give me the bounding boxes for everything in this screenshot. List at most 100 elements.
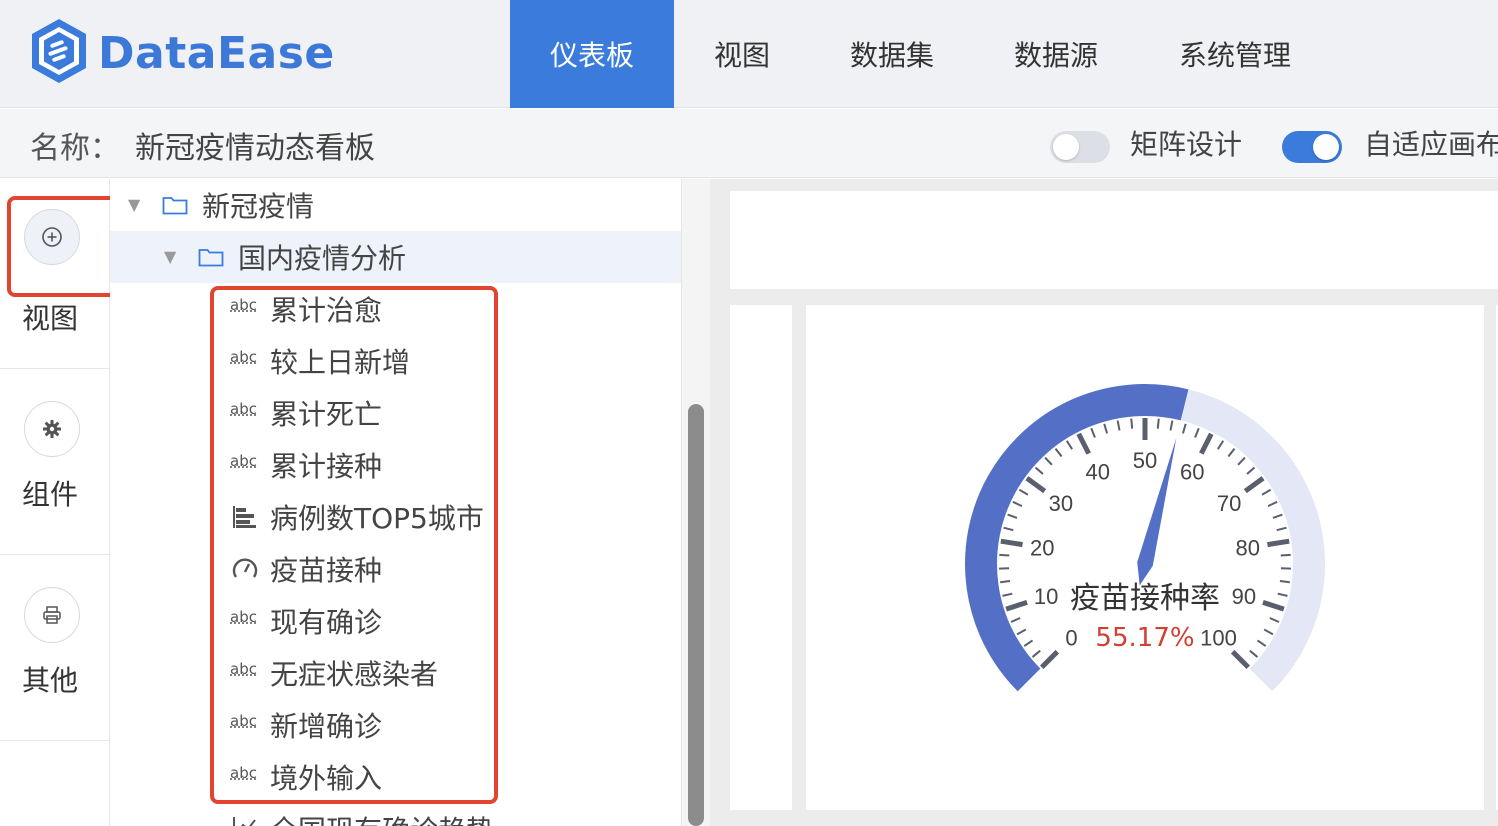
- caret-down-icon[interactable]: ▼: [164, 247, 176, 266]
- gauge-minor-tick: [1276, 526, 1287, 532]
- gauge-minor-tick: [1065, 440, 1073, 450]
- gauge-tick-label: 30: [1049, 491, 1073, 516]
- gauge-minor-tick: [1002, 592, 1013, 597]
- gauge-minor-tick: [1249, 649, 1259, 658]
- rail-label-other: 其他: [21, 664, 78, 697]
- gauge-minor-tick: [1054, 448, 1063, 458]
- gauge-minor-tick: [1012, 500, 1023, 507]
- highlight-box-views: [7, 196, 118, 297]
- gauge-minor-tick: [1227, 448, 1236, 458]
- gauge-minor-tick: [1267, 500, 1278, 507]
- nav-views-label: 视图: [713, 39, 770, 72]
- gauge-minor-tick: [1279, 580, 1290, 584]
- caret-down-icon[interactable]: ▼: [128, 195, 140, 214]
- gauge-minor-tick: [1272, 513, 1283, 519]
- gauge-minor-tick: [1007, 513, 1018, 519]
- gauge-minor-tick: [1237, 456, 1246, 466]
- gear-icon[interactable]: [24, 401, 80, 457]
- gauge-tick-label: 60: [1180, 459, 1204, 484]
- tree-item[interactable]: 全国现有确诊趋势: [110, 803, 681, 826]
- gauge-card[interactable]: 0 10 20 30 40 50 60 70 80 90 100 疫苗接种率 55.17%: [806, 305, 1484, 810]
- tree-folder-root[interactable]: ▼ 新冠疫情: [110, 179, 681, 231]
- gauge-major-tick: [1243, 476, 1265, 494]
- gauge-minor-tick: [999, 553, 1010, 557]
- printer-icon[interactable]: [24, 587, 80, 643]
- gauge-minor-tick: [1000, 580, 1011, 584]
- gauge-tick-label: 80: [1235, 536, 1259, 561]
- gauge-major-tick: [1076, 432, 1091, 455]
- nav-views[interactable]: 视图: [690, 0, 794, 108]
- gauge-minor-tick: [1031, 649, 1041, 658]
- gauge-major-tick: [1025, 476, 1047, 494]
- toggle-knob: [1053, 134, 1079, 160]
- gauge-minor-tick: [1156, 418, 1160, 429]
- canvas-component[interactable]: [730, 305, 792, 810]
- highlight-box-tree-items: [210, 286, 498, 804]
- nav-dashboard[interactable]: 仪表板: [510, 0, 674, 108]
- gauge-tick-label: 50: [1133, 448, 1157, 473]
- gauge-minor-tick: [1016, 628, 1027, 636]
- gauge-major-tick: [1000, 538, 1023, 548]
- gauge-minor-tick: [1256, 639, 1267, 647]
- tree-folder-label: 新冠疫情: [202, 190, 315, 223]
- nav-system-admin-label: 系统管理: [1178, 39, 1291, 72]
- canvas-component[interactable]: [730, 191, 1498, 289]
- gauge-major-tick: [1199, 432, 1214, 455]
- toggle-knob: [1313, 134, 1339, 160]
- gauge-minor-tick: [1044, 456, 1053, 466]
- folder-icon: [198, 249, 224, 267]
- dashboard-title-bar: 名称： 新冠疫情动态看板 矩阵设计 自适应画布: [0, 109, 1498, 178]
- gauge-major-tick: [1005, 599, 1028, 612]
- gauge-tick-label: 70: [1217, 491, 1241, 516]
- gauge-minor-tick: [1130, 418, 1134, 429]
- gauge-minor-tick: [1003, 526, 1014, 532]
- dashboard-canvas[interactable]: 0 10 20 30 40 50 60 70 80 90 100 疫苗接种率 55.17%: [710, 179, 1498, 826]
- gauge-minor-tick: [1269, 617, 1280, 623]
- gauge-tick-label: 20: [1030, 536, 1054, 561]
- nav-datasets[interactable]: 数据集: [828, 0, 956, 108]
- gauge-tick-label: 100: [1200, 626, 1237, 651]
- gauge-minor-tick: [1034, 466, 1044, 475]
- nav-system-admin[interactable]: 系统管理: [1160, 0, 1310, 108]
- app-name: DataEase: [98, 28, 335, 79]
- matrix-design-toggle[interactable]: [1050, 131, 1110, 163]
- rail-label-components: 组件: [21, 478, 78, 511]
- rail-label-views: 视图: [21, 302, 78, 335]
- gauge-major-tick: [1039, 649, 1060, 670]
- rail-item-components[interactable]: 组件: [0, 369, 110, 555]
- gauge-minor-tick: [1103, 423, 1109, 434]
- app-logo[interactable]: DataEase: [28, 16, 334, 88]
- gauge-minor-tick: [1018, 488, 1029, 496]
- gauge-minor-tick: [1263, 628, 1274, 636]
- tree-folder-label: 国内疫情分析: [238, 242, 407, 275]
- dashboard-name[interactable]: 新冠疫情动态看板: [135, 123, 375, 167]
- tree-folder-group[interactable]: ▼ 国内疫情分析: [110, 231, 681, 283]
- scrollbar-thumb[interactable]: [688, 404, 704, 826]
- gauge-tick-label: 40: [1086, 459, 1110, 484]
- adaptive-canvas-toggle[interactable]: [1282, 131, 1342, 163]
- gauge-minor-tick: [1090, 427, 1096, 438]
- line-chart-icon: [233, 817, 256, 826]
- matrix-design-label: 矩阵设计: [1130, 128, 1243, 161]
- gauge-minor-tick: [1023, 639, 1034, 647]
- gauge-minor-tick: [1261, 488, 1272, 496]
- nav-datasources-label: 数据源: [1013, 39, 1098, 72]
- gauge-chart: 0 10 20 30 40 50 60 70 80 90 100 疫苗接种率 55.17%: [965, 384, 1325, 692]
- gauge-minor-tick: [1277, 592, 1288, 597]
- rail-item-other[interactable]: 其他: [0, 555, 110, 741]
- gauge-title: 疫苗接种率: [1070, 581, 1220, 616]
- nav-dashboard-label: 仪表板: [549, 39, 634, 72]
- gauge-tick-label: 90: [1232, 584, 1256, 609]
- gauge-minor-tick: [1010, 617, 1021, 623]
- nav-datasets-label: 数据集: [849, 39, 934, 72]
- gauge-minor-tick: [1194, 427, 1200, 438]
- gauge-major-tick: [1262, 599, 1285, 612]
- gauge-minor-tick: [1169, 420, 1174, 431]
- name-label: 名称：: [30, 131, 120, 166]
- adaptive-canvas-label: 自适应画布: [1364, 128, 1498, 161]
- folder-icon: [162, 197, 188, 215]
- gauge-minor-tick: [1246, 466, 1256, 475]
- gauge-tick-label: 0: [1065, 626, 1077, 651]
- nav-datasources[interactable]: 数据源: [992, 0, 1120, 108]
- gauge-minor-tick: [1217, 440, 1225, 450]
